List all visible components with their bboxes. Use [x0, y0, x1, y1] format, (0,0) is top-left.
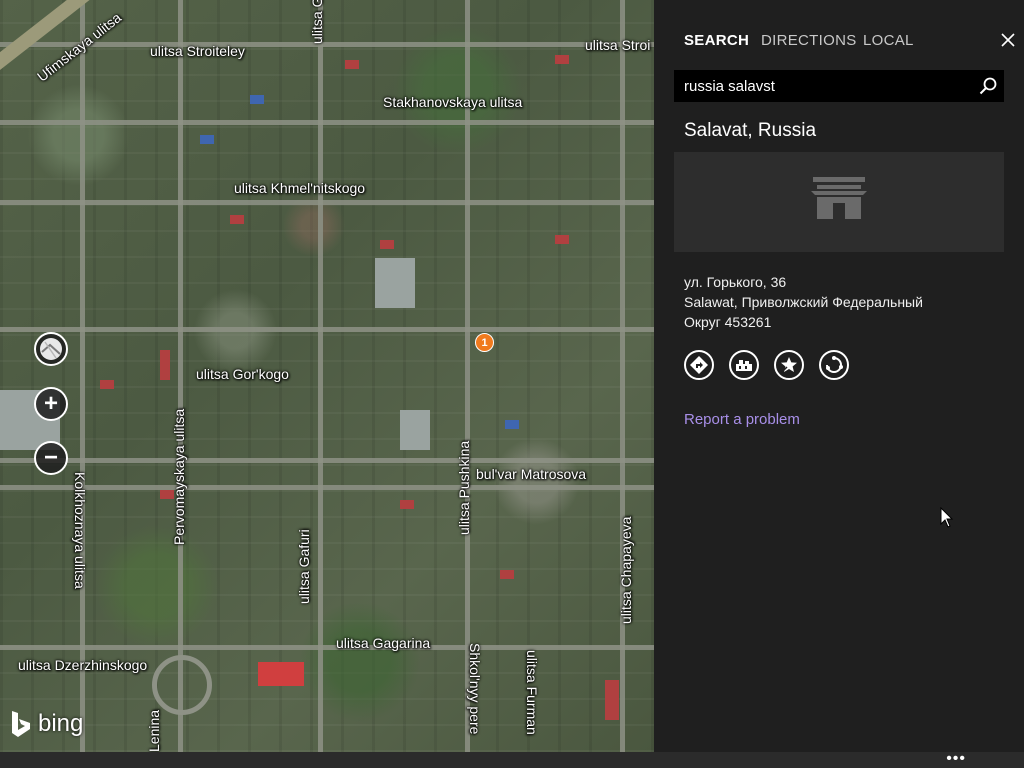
street-label: Pervomayskaya ulitsa: [171, 408, 187, 545]
location-pin[interactable]: 1: [475, 333, 494, 352]
search-box: [674, 70, 1004, 102]
search-panel: SEARCH DIRECTIONS LOCAL Salavat, Russia …: [654, 0, 1024, 752]
road: [178, 0, 183, 752]
road: [80, 0, 85, 752]
bing-logo: bing: [10, 710, 83, 738]
address-line: ул. Горького, 36: [684, 274, 787, 290]
rooftop: [605, 680, 619, 720]
rooftop: [555, 55, 569, 64]
road: [318, 0, 323, 752]
tab-directions[interactable]: DIRECTIONS: [761, 32, 857, 49]
result-image: [674, 152, 1004, 252]
result-title: Salavat, Russia: [684, 120, 817, 141]
address-line: Округ 453261: [684, 314, 772, 330]
street-label: ulitsa Chapayeva: [618, 516, 634, 624]
rooftop: [200, 135, 214, 144]
rooftop: [250, 95, 264, 104]
street-label: ulitsa Stroiteley: [150, 43, 245, 59]
road: [0, 200, 654, 205]
search-icon: [979, 77, 997, 95]
street-label: Stakhanovskaya ulitsa: [383, 94, 523, 110]
street-label: ulitsa Stroi: [585, 37, 651, 53]
app-bar: •••: [0, 751, 1024, 768]
rooftop: [258, 662, 304, 686]
rooftop: [375, 258, 415, 308]
rooftop: [100, 380, 114, 389]
rooftop: [345, 60, 359, 69]
road: [0, 645, 654, 650]
close-button[interactable]: [998, 30, 1018, 50]
street-label: ulitsa Gafuri: [296, 529, 312, 604]
street-label: ulitsa Dzerzhinskogo: [18, 657, 148, 673]
rooftop: [500, 570, 514, 579]
map-style-button[interactable]: [34, 332, 68, 366]
street-label: Lenina: [146, 709, 162, 752]
map-view[interactable]: Ufimskaya ulitsa ulitsa Stroiteley ulits…: [0, 0, 654, 752]
tab-local[interactable]: LOCAL: [863, 32, 914, 49]
street-label: Shkol'nyy pere: [467, 643, 483, 735]
nearby-button[interactable]: [729, 350, 759, 380]
road: [620, 0, 625, 752]
directions-icon: [690, 356, 708, 374]
share-icon: [826, 356, 843, 373]
rooftop: [160, 350, 170, 380]
rooftop: [400, 500, 414, 509]
rooftop: [505, 420, 519, 429]
road: [465, 0, 470, 752]
map-style-icon: [40, 338, 62, 360]
rooftop: [400, 410, 430, 450]
search-button[interactable]: [978, 76, 998, 96]
road: [0, 485, 654, 490]
share-button[interactable]: [819, 350, 849, 380]
close-icon: [1001, 33, 1015, 47]
bing-logo-text: bing: [38, 710, 84, 737]
building-icon: [811, 177, 867, 219]
zoom-out-button[interactable]: −: [34, 441, 68, 475]
bing-logo-icon: [12, 711, 30, 737]
road: [0, 42, 654, 47]
street-label: Kolkhoznaya ulitsa: [72, 472, 88, 589]
roundabout: [152, 655, 212, 715]
road: [0, 458, 654, 463]
street-label: ulitsa Gagarina: [336, 635, 431, 651]
street-label: ulitsa Gor'kogo: [196, 366, 289, 382]
nearby-icon: [736, 360, 752, 371]
rooftop: [380, 240, 394, 249]
rooftop: [230, 215, 244, 224]
more-options-button[interactable]: •••: [946, 751, 966, 768]
street-label: ulitsa Gafuri: [309, 0, 325, 44]
zoom-in-button[interactable]: +: [34, 387, 68, 421]
address-line: Salawat, Приволжский Федеральный: [684, 294, 923, 310]
directions-button[interactable]: [684, 350, 714, 380]
tab-search[interactable]: SEARCH: [684, 32, 749, 49]
report-problem-link[interactable]: Report a problem: [684, 411, 800, 428]
street-label: ulitsa Furman: [524, 650, 540, 735]
favorite-icon: [781, 357, 797, 373]
favorite-button[interactable]: [774, 350, 804, 380]
street-label: bul'var Matrosova: [476, 466, 587, 482]
road: [0, 120, 654, 125]
mouse-cursor-icon: [940, 507, 954, 528]
street-label: ulitsa Pushkina: [456, 440, 472, 535]
road: [0, 327, 654, 332]
search-input[interactable]: [674, 70, 964, 102]
rooftop: [555, 235, 569, 244]
street-label: ulitsa Khmel'nitskogo: [234, 180, 366, 196]
